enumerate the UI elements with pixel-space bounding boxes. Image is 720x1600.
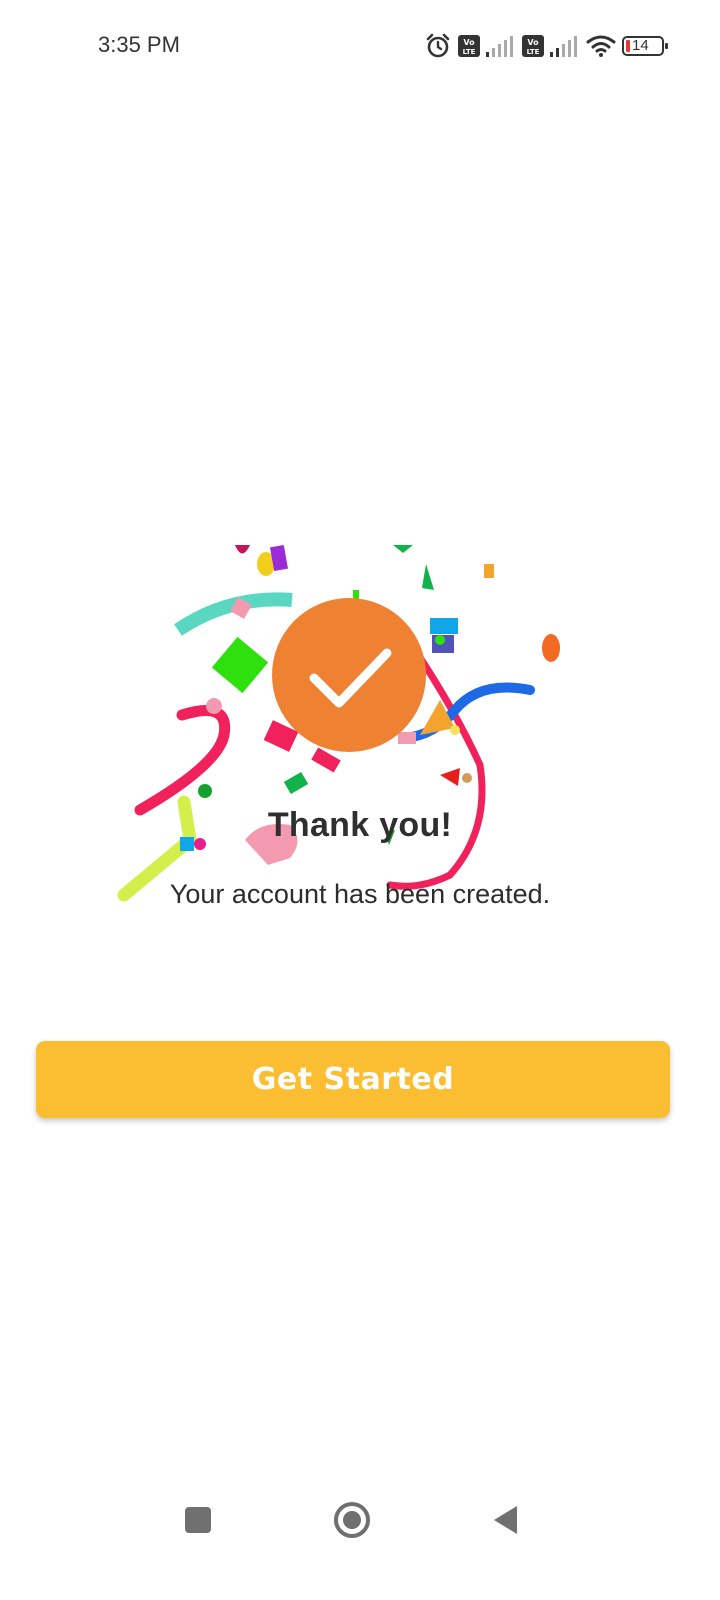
navigation-bar bbox=[0, 1480, 720, 1570]
page-title: Thank you! bbox=[267, 806, 453, 844]
signal-icon bbox=[550, 34, 580, 58]
volte-icon: Vo LTE bbox=[522, 34, 544, 58]
signal-icon bbox=[486, 34, 516, 58]
get-started-button[interactable]: Get Started bbox=[36, 1041, 670, 1118]
celebration-illustration bbox=[110, 540, 590, 910]
svg-text:LTE: LTE bbox=[527, 48, 540, 56]
back-button[interactable] bbox=[476, 1490, 536, 1550]
home-button[interactable] bbox=[322, 1490, 382, 1550]
alarm-icon bbox=[424, 32, 452, 60]
recents-button[interactable] bbox=[168, 1490, 228, 1550]
battery-level: 14 bbox=[632, 37, 649, 54]
svg-text:Vo: Vo bbox=[463, 38, 475, 47]
wifi-icon bbox=[586, 34, 616, 58]
status-icons: Vo LTE Vo LTE 14 bbox=[424, 30, 668, 62]
volte-icon: Vo LTE bbox=[458, 34, 480, 58]
checkmark-icon bbox=[309, 648, 392, 708]
status-time: 3:35 PM bbox=[98, 32, 180, 57]
home-icon bbox=[334, 1502, 370, 1538]
svg-text:Vo: Vo bbox=[527, 38, 539, 47]
battery-icon: 14 bbox=[622, 34, 668, 58]
svg-text:LTE: LTE bbox=[463, 48, 476, 56]
back-icon bbox=[494, 1506, 517, 1534]
page-subtitle: Your account has been created. bbox=[169, 879, 551, 909]
recents-icon bbox=[185, 1507, 211, 1533]
success-badge bbox=[272, 598, 426, 752]
status-bar: 3:35 PM Vo LTE Vo LTE 14 bbox=[0, 0, 720, 92]
